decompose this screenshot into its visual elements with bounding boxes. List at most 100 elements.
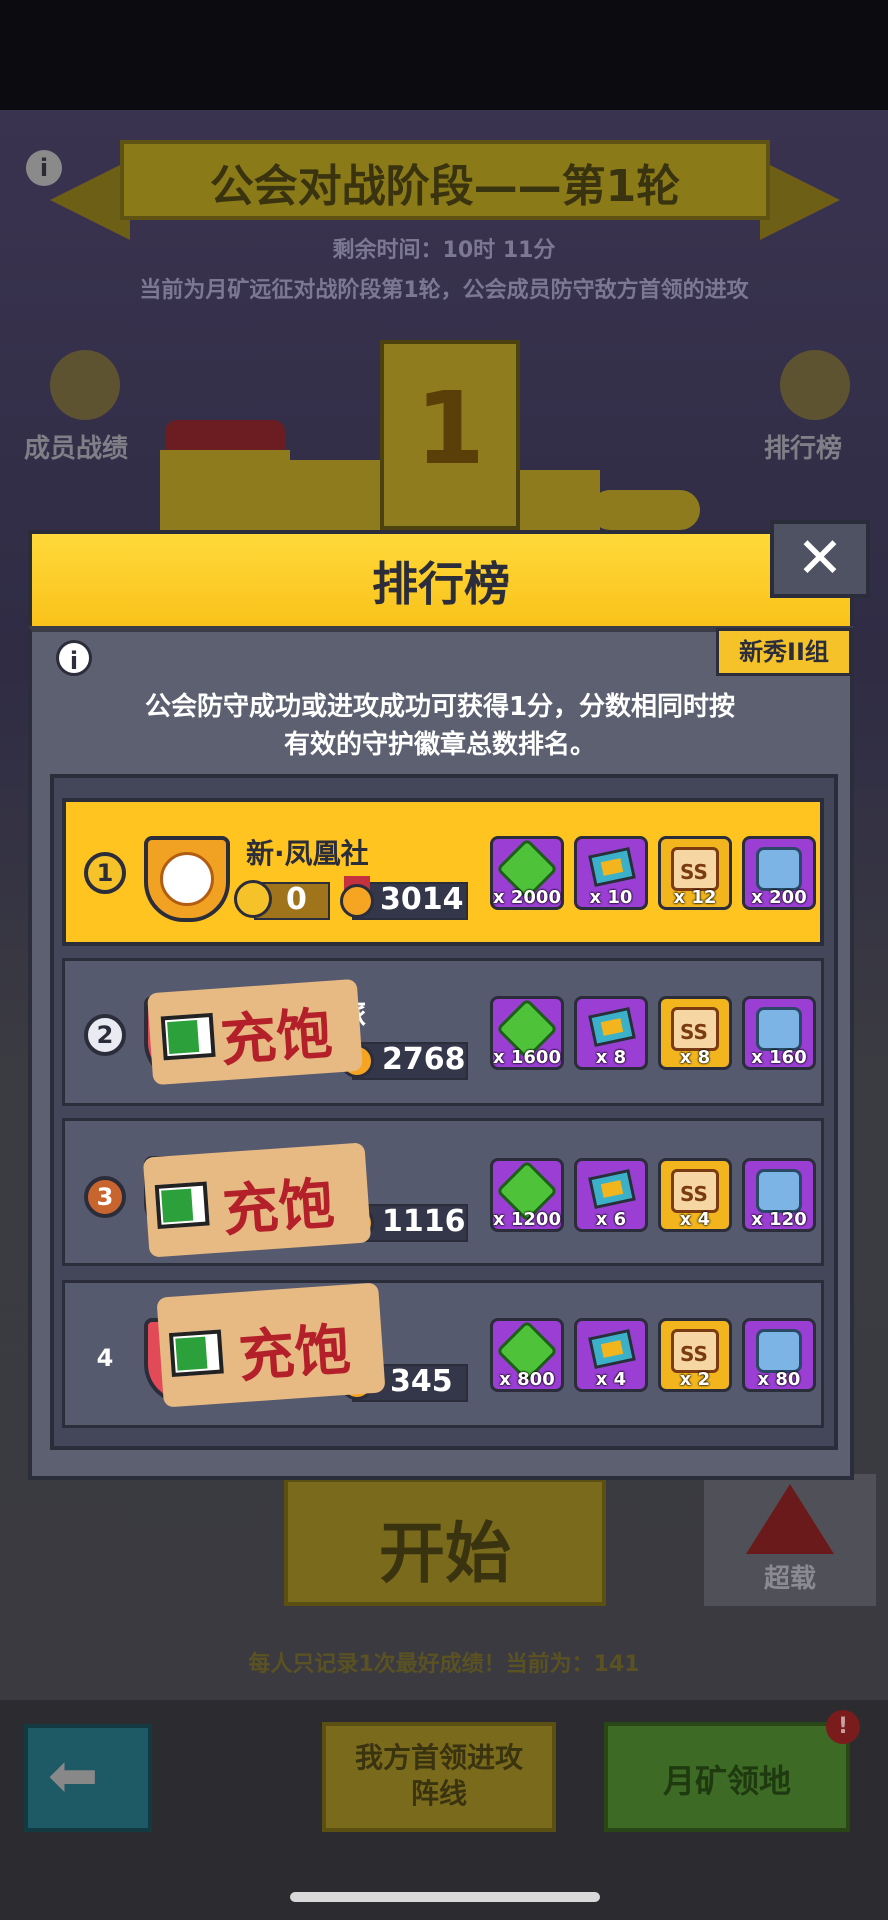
rank-badge: 1: [84, 852, 126, 894]
reward-card[interactable]: x 4: [574, 1318, 648, 1392]
censor-text: 充饱: [236, 1317, 353, 1391]
modal-title: 排行榜: [372, 557, 510, 611]
warning-bolt-icon: [746, 1484, 834, 1554]
ss-scroll-icon: SS: [671, 1007, 719, 1051]
overload-label: 超载: [763, 1564, 816, 1594]
rank-number: 4: [96, 1344, 114, 1372]
censor-sticker: 充饱: [142, 1142, 372, 1258]
skill-card-icon: [588, 1328, 636, 1370]
stage-title: 公会对战阶段——第1轮: [209, 161, 681, 212]
reward-gem[interactable]: x 800: [490, 1318, 564, 1392]
ranking-rules: 公会防守成功或进攻成功可获得1分，分数相同时按 有效的守护徽章总数排名。: [60, 688, 820, 764]
rank-badge: 3: [84, 1176, 126, 1218]
ore-stack-icon: [756, 847, 802, 891]
reward-quantity: x 2000: [493, 887, 561, 908]
reward-quantity: x 800: [499, 1369, 555, 1390]
reward-scroll[interactable]: SS x 4: [658, 1158, 732, 1232]
reward-ore[interactable]: x 160: [742, 996, 816, 1070]
reward-ore[interactable]: x 200: [742, 836, 816, 910]
ss-scroll-icon: SS: [671, 1169, 719, 1213]
reward-scroll[interactable]: SS x 8: [658, 996, 732, 1070]
battery-icon: [168, 1329, 224, 1377]
guard-badge-count: 3014: [380, 882, 464, 917]
member-record-button[interactable]: 成员战绩: [24, 350, 128, 465]
stage-description: 当前为月矿远征对战阶段第1轮，公会成员防守敌方首领的进攻: [139, 278, 749, 303]
guard-badge-count: 1116: [382, 1204, 466, 1239]
leaderboard-button[interactable]: 排行榜: [764, 350, 850, 465]
reward-quantity: x 160: [751, 1047, 807, 1068]
reward-scroll[interactable]: SS x 2: [658, 1318, 732, 1392]
reward-quantity: x 8: [595, 1047, 627, 1068]
reward-ore[interactable]: x 80: [742, 1318, 816, 1392]
reward-gem[interactable]: x 1200: [490, 1158, 564, 1232]
guild-name: 新·凤凰社: [246, 837, 369, 870]
reward-quantity: x 1200: [493, 1209, 561, 1230]
back-arrow-icon: ⬅: [48, 1741, 99, 1811]
reward-scroll[interactable]: SS x 12: [658, 836, 732, 910]
status-bar-area: [0, 0, 888, 110]
wings-emblem-icon: [780, 350, 850, 420]
guard-badge-count: 345: [390, 1364, 453, 1399]
ore-stack-icon: [756, 1169, 802, 1213]
stage-next-arrow-icon: [760, 160, 840, 240]
censor-sticker: 充饱: [156, 1282, 386, 1408]
coin-pile-icon: [590, 490, 700, 530]
moon-mine-territory-label: 月矿领地: [662, 1762, 791, 1800]
gift-box-icon: [160, 450, 290, 530]
reward-quantity: x 120: [751, 1209, 807, 1230]
rank-badge: 2: [84, 1014, 126, 1056]
reward-card[interactable]: x 8: [574, 996, 648, 1070]
reward-card[interactable]: x 10: [574, 836, 648, 910]
score-coin-icon: [234, 880, 272, 918]
censor-sticker: 充饱: [147, 978, 363, 1086]
phoenix-icon: [160, 852, 214, 906]
boss-attack-lineup-label: 我方首领进攻 阵线: [354, 1741, 523, 1810]
censor-text: 充饱: [220, 1171, 337, 1245]
info-icon[interactable]: i: [56, 640, 92, 676]
stage-prev-arrow-icon: [50, 160, 130, 240]
ranking-rules-line: 有效的守护徽章总数排名。: [283, 730, 596, 760]
reward-quantity: x 1600: [493, 1047, 561, 1068]
reward-quantity: x 8: [679, 1047, 711, 1068]
leaderboard-label: 排行榜: [764, 434, 843, 464]
reward-quantity: x 80: [757, 1369, 801, 1390]
ss-scroll-icon: SS: [671, 847, 719, 891]
group-badge: 新秀II组: [716, 628, 852, 676]
first-place-number: 1: [415, 370, 485, 487]
close-icon[interactable]: ✕: [770, 520, 870, 598]
alert-badge: !: [826, 1710, 860, 1744]
record-note: 每人只记录1次最好成绩！当前为：141: [248, 1652, 640, 1677]
podium-block: [290, 460, 380, 530]
member-record-label: 成员战绩: [24, 434, 129, 464]
reward-quantity: x 200: [751, 887, 807, 908]
reward-gem[interactable]: x 1600: [490, 996, 564, 1070]
reward-gem[interactable]: x 2000: [490, 836, 564, 910]
guard-medal-icon: [340, 884, 374, 918]
guild-emblem: [144, 836, 230, 922]
start-button-label: 开始: [379, 1515, 511, 1592]
guard-badge-count: 2768: [382, 1042, 466, 1077]
home-indicator[interactable]: [290, 1892, 600, 1902]
reward-quantity: x 2: [679, 1369, 711, 1390]
ore-stack-icon: [756, 1329, 802, 1373]
remaining-time: 剩余时间：10时 11分: [332, 238, 556, 263]
skill-card-icon: [588, 846, 636, 888]
reward-quantity: x 4: [595, 1369, 627, 1390]
reward-card[interactable]: x 6: [574, 1158, 648, 1232]
reward-ore[interactable]: x 120: [742, 1158, 816, 1232]
ss-scroll-icon: SS: [671, 1329, 719, 1373]
censor-text: 充饱: [218, 1001, 335, 1075]
battery-icon: [160, 1012, 216, 1061]
battery-icon: [154, 1181, 210, 1229]
ranking-rules-line: 公会防守成功或进攻成功可获得1分，分数相同时按: [144, 692, 736, 722]
medal-icon: [50, 350, 120, 420]
reward-quantity: x 6: [595, 1209, 627, 1230]
podium-block: [520, 470, 600, 530]
ore-stack-icon: [756, 1007, 802, 1051]
reward-quantity: x 12: [673, 887, 717, 908]
skill-card-icon: [588, 1168, 636, 1210]
skill-card-icon: [588, 1006, 636, 1048]
reward-quantity: x 10: [589, 887, 633, 908]
guild-score: 0: [286, 882, 307, 917]
reward-quantity: x 4: [679, 1209, 711, 1230]
